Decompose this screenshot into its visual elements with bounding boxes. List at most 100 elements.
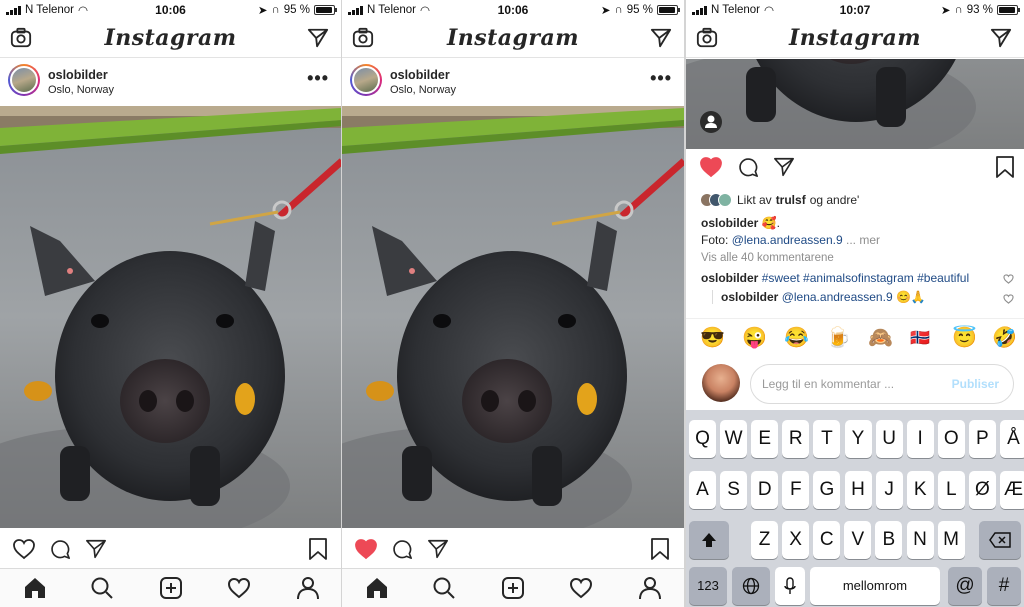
- key-h[interactable]: H: [844, 471, 872, 509]
- profile-icon[interactable]: [296, 576, 320, 600]
- key-q[interactable]: Q: [689, 420, 716, 458]
- shift-key[interactable]: [689, 521, 729, 559]
- key-e[interactable]: E: [751, 420, 779, 458]
- post-location[interactable]: Oslo, Norway: [48, 84, 114, 96]
- profile-icon[interactable]: [638, 576, 662, 600]
- key-y[interactable]: Y: [844, 420, 872, 458]
- search-icon[interactable]: [90, 576, 114, 600]
- key-a[interactable]: A: [689, 471, 716, 509]
- reply-like-icon[interactable]: [1003, 294, 1014, 304]
- paper-plane-icon[interactable]: [307, 27, 329, 49]
- key-j[interactable]: J: [875, 471, 903, 509]
- key-å[interactable]: Å: [1000, 420, 1024, 458]
- comment-input[interactable]: Legg til en kommentar ... Publiser: [750, 364, 1014, 404]
- emoji-button[interactable]: 😎: [700, 325, 725, 350]
- key-ø[interactable]: Ø: [968, 471, 996, 509]
- emoji-button[interactable]: 😇: [952, 325, 977, 350]
- heart-icon[interactable]: [12, 538, 36, 560]
- key-u[interactable]: U: [875, 420, 903, 458]
- emoji-button[interactable]: 🍺: [826, 325, 851, 350]
- share-icon[interactable]: [773, 156, 795, 178]
- key-æ[interactable]: Æ: [1000, 471, 1024, 509]
- key-g[interactable]: G: [813, 471, 841, 509]
- pig-photo: [342, 106, 684, 528]
- caption-username[interactable]: oslobilder: [701, 216, 758, 230]
- globe-key[interactable]: [732, 567, 770, 605]
- key-i[interactable]: I: [906, 420, 934, 458]
- heart-outline-icon[interactable]: [227, 576, 251, 600]
- key-w[interactable]: W: [720, 420, 748, 458]
- backspace-key[interactable]: [979, 521, 1021, 559]
- key-s[interactable]: S: [720, 471, 748, 509]
- at-key[interactable]: @: [948, 567, 982, 605]
- numbers-key[interactable]: 123: [689, 567, 727, 605]
- add-post-icon[interactable]: [501, 576, 525, 600]
- heart-outline-icon[interactable]: [569, 576, 593, 600]
- emoji-button[interactable]: 🇳🇴: [910, 328, 930, 348]
- reply-mention[interactable]: @lena.andreassen.9: [782, 290, 893, 304]
- share-icon[interactable]: [427, 538, 449, 560]
- key-r[interactable]: R: [782, 420, 810, 458]
- post-photo-bottom[interactable]: [686, 59, 1024, 149]
- key-b[interactable]: B: [875, 521, 903, 559]
- key-t[interactable]: T: [813, 420, 841, 458]
- post-username[interactable]: oslobilder: [390, 68, 450, 82]
- add-post-icon[interactable]: [159, 576, 183, 600]
- paper-plane-icon[interactable]: [650, 27, 672, 49]
- bookmark-icon[interactable]: [650, 538, 670, 560]
- view-all-comments[interactable]: Vis alle 40 kommentarene: [701, 252, 834, 264]
- key-c[interactable]: C: [813, 521, 841, 559]
- paper-plane-icon[interactable]: [990, 27, 1012, 49]
- emoji-button[interactable]: 🙈: [868, 325, 893, 350]
- key-x[interactable]: X: [782, 521, 810, 559]
- avatar[interactable]: [350, 64, 382, 96]
- tagged-people-icon[interactable]: [700, 111, 722, 133]
- key-d[interactable]: D: [751, 471, 779, 509]
- home-icon[interactable]: [365, 576, 389, 600]
- post-photo[interactable]: [0, 106, 341, 528]
- comment-hashtags[interactable]: #sweet #animalsofinstagram #beautiful: [762, 271, 969, 285]
- likes-user[interactable]: trulsf: [776, 193, 806, 207]
- battery-icon: [997, 5, 1020, 15]
- post-username[interactable]: oslobilder: [48, 68, 108, 82]
- key-p[interactable]: P: [968, 420, 996, 458]
- comment-icon[interactable]: [49, 538, 71, 560]
- search-icon[interactable]: [432, 576, 456, 600]
- caption-mention[interactable]: @lena.andreassen.9: [732, 233, 843, 247]
- dictation-key[interactable]: [775, 567, 805, 605]
- emoji-button[interactable]: 😜: [742, 325, 767, 350]
- home-icon[interactable]: [23, 576, 47, 600]
- avatar[interactable]: [8, 64, 40, 96]
- emoji-button[interactable]: 🤣: [992, 325, 1017, 350]
- post-photo[interactable]: [342, 106, 684, 528]
- liker-avatars: [700, 193, 732, 207]
- bookmark-icon[interactable]: [995, 156, 1015, 178]
- hash-key[interactable]: #: [987, 567, 1021, 605]
- heart-filled-icon[interactable]: [354, 538, 378, 560]
- comment-icon[interactable]: [737, 156, 759, 178]
- more-options-icon[interactable]: •••: [307, 68, 329, 89]
- post-location[interactable]: Oslo, Norway: [390, 84, 456, 96]
- share-icon[interactable]: [85, 538, 107, 560]
- key-o[interactable]: O: [937, 420, 965, 458]
- comment-placeholder: Legg til en kommentar ...: [762, 377, 895, 391]
- bookmark-icon[interactable]: [308, 538, 328, 560]
- comment-username[interactable]: oslobilder: [701, 271, 758, 285]
- more-options-icon[interactable]: •••: [650, 68, 672, 89]
- key-z[interactable]: Z: [751, 521, 778, 559]
- key-k[interactable]: K: [906, 471, 934, 509]
- publish-button[interactable]: Publiser: [952, 377, 999, 391]
- emoji-button[interactable]: 😂: [784, 325, 809, 350]
- comment-like-icon[interactable]: [1003, 274, 1014, 284]
- comment-icon[interactable]: [391, 538, 413, 560]
- heart-filled-icon[interactable]: [699, 156, 723, 178]
- key-v[interactable]: V: [844, 521, 872, 559]
- reply-username[interactable]: oslobilder: [721, 290, 778, 304]
- key-m[interactable]: M: [937, 521, 965, 559]
- key-f[interactable]: F: [782, 471, 810, 509]
- likes-summary[interactable]: Likt av trulsf og andre': [700, 193, 859, 207]
- key-l[interactable]: L: [937, 471, 965, 509]
- space-key[interactable]: mellomrom: [810, 567, 940, 605]
- key-n[interactable]: N: [906, 521, 934, 559]
- caption-more-link[interactable]: ... mer: [846, 233, 880, 247]
